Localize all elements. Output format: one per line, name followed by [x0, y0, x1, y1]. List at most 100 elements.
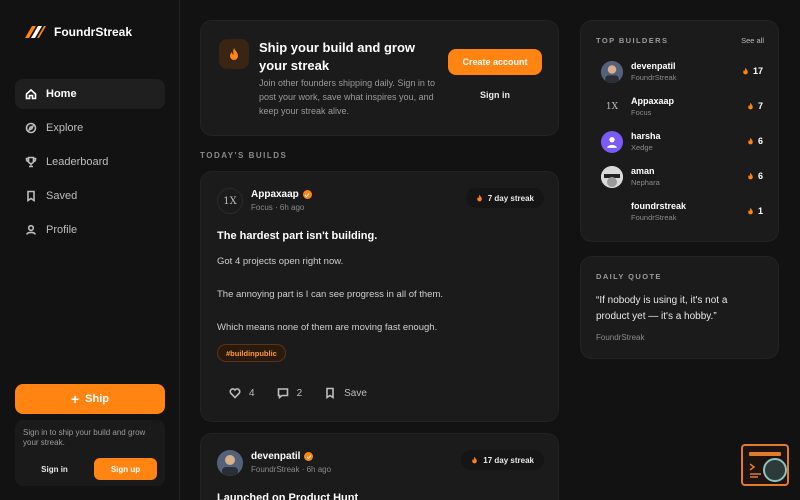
sidebar-signup-button[interactable]: Sign up — [94, 458, 157, 480]
bookmark-icon — [326, 387, 334, 399]
flame-icon — [748, 207, 753, 215]
streak-badge: 7 day streak — [465, 188, 544, 208]
brand[interactable]: FoundrStreak — [24, 24, 132, 40]
quote-text: “If nobody is using it, it's not a produ… — [596, 295, 728, 322]
quote-author: FoundrStreak — [596, 333, 645, 342]
sidebar-item-label: Profile — [46, 224, 78, 236]
post-time: 6h ago — [306, 465, 332, 474]
post-author[interactable]: devenpatil — [251, 451, 314, 462]
create-account-button[interactable]: Create account — [448, 49, 542, 75]
hero-signin-button[interactable]: Sign in — [448, 85, 542, 105]
post-meta: Focus · 6h ago — [251, 203, 305, 212]
post-project: Focus — [251, 203, 273, 212]
builder-streak-count: 7 — [757, 101, 763, 111]
streak-label: 17 day streak — [483, 455, 534, 465]
sidebar-item-label: Home — [46, 88, 77, 100]
builder-project: FoundrStreak — [631, 213, 677, 222]
avatar[interactable] — [217, 450, 243, 476]
builder-name: foundrstreak — [631, 201, 687, 211]
bookmark-icon — [25, 190, 37, 202]
user-icon — [25, 224, 37, 236]
avatar[interactable]: 1X — [217, 188, 243, 214]
widget-bar — [749, 452, 781, 456]
streak-label: 7 day streak — [487, 193, 534, 203]
hero-title: Ship your build and grow your streak — [259, 40, 415, 73]
flame-icon — [472, 456, 478, 464]
streak-badge: 17 day streak — [461, 450, 544, 470]
ship-button-label: Ship — [85, 393, 110, 405]
signin-prompt: Sign in to ship your build and grow your… — [15, 420, 165, 486]
hero-card: Ship your build and grow your streak Joi… — [200, 20, 559, 136]
post-card[interactable]: 1X Appaxaap Focus · 6h ago 7 day streak … — [200, 171, 559, 422]
ship-button[interactable]: + Ship — [15, 384, 165, 414]
builder-name: Appaxaap — [631, 96, 675, 106]
section-label-todays-builds: TODAY'S BUILDS — [200, 151, 288, 160]
builder-streak: 1 — [747, 206, 763, 216]
post-paragraph: The annoying part is I can see progress … — [217, 289, 444, 300]
post-card[interactable]: devenpatil FoundrStreak · 6h ago 17 day … — [200, 433, 559, 500]
builder-streak-count: 6 — [757, 171, 763, 181]
builder-name: harsha — [631, 131, 661, 141]
like-count: 4 — [249, 387, 255, 399]
post-author-name: Appaxaap — [251, 189, 299, 200]
flame-icon — [748, 102, 753, 110]
builder-project: Nephara — [631, 178, 660, 187]
sidebar-item-label: Leaderboard — [46, 156, 109, 168]
builder-row[interactable]: 1X Appaxaap Focus 7 — [601, 96, 763, 122]
sidebar: FoundrStreak Home Explore Leaderboard Sa… — [0, 0, 180, 500]
see-all-link[interactable]: See all — [741, 36, 764, 45]
save-button[interactable]: Save — [324, 387, 367, 399]
avatar: 1X — [601, 96, 623, 118]
builder-streak: 6 — [747, 136, 763, 146]
plus-icon: + — [70, 391, 80, 407]
builder-name: aman — [631, 166, 655, 176]
home-icon — [25, 88, 37, 100]
sidebar-item-explore[interactable]: Explore — [15, 113, 165, 143]
verified-icon — [302, 190, 312, 199]
post-time: 6h ago — [279, 203, 305, 212]
post-actions: 4 2 Save — [229, 387, 367, 399]
save-label: Save — [344, 387, 367, 399]
builder-row[interactable]: aman Nephara 6 — [601, 166, 763, 192]
comment-count: 2 — [296, 387, 303, 399]
builder-row[interactable]: devenpatil FoundrStreak 17 — [601, 61, 763, 87]
sidebar-nav: Home Explore Leaderboard Saved Profile — [15, 79, 165, 249]
top-builders-panel: TOP BUILDERS See all devenpatil FoundrSt… — [580, 20, 779, 242]
builder-project: Xedge — [631, 143, 653, 152]
post-author-name: devenpatil — [251, 451, 301, 462]
flame-icon — [748, 172, 753, 180]
post-paragraph: Got 4 projects open right now. — [217, 256, 344, 267]
tag-buildinpublic[interactable]: #buildinpublic — [217, 344, 286, 362]
post-title: The hardest part isn't building. — [217, 230, 378, 242]
avatar — [601, 131, 623, 153]
builder-streak-count: 17 — [752, 66, 763, 76]
flame-icon — [219, 39, 249, 69]
sidebar-item-leaderboard[interactable]: Leaderboard — [15, 147, 165, 177]
post-author[interactable]: Appaxaap — [251, 189, 312, 200]
flame-icon — [748, 137, 753, 145]
builder-streak-count: 1 — [757, 206, 763, 216]
sidebar-signin-button[interactable]: Sign in — [23, 458, 86, 480]
sidebar-item-label: Explore — [46, 122, 84, 134]
globe-icon — [763, 458, 787, 482]
sidebar-item-saved[interactable]: Saved — [15, 181, 165, 211]
avatar — [601, 166, 623, 188]
panel-title: DAILY QUOTE — [596, 272, 662, 281]
sidebar-item-label: Saved — [46, 190, 78, 202]
like-button[interactable]: 4 — [229, 387, 255, 399]
sidebar-item-profile[interactable]: Profile — [15, 215, 165, 245]
post-body: Got 4 projects open right now. The annoy… — [217, 255, 537, 354]
comment-button[interactable]: 2 — [277, 387, 303, 399]
sidebar-item-home[interactable]: Home — [15, 79, 165, 109]
heart-icon — [229, 388, 241, 399]
builder-row[interactable]: harsha Xedge 6 — [601, 131, 763, 157]
builder-streak: 7 — [747, 101, 763, 111]
builder-streak-count: 6 — [757, 136, 763, 146]
floating-widget-button[interactable] — [741, 444, 789, 486]
daily-quote-panel: DAILY QUOTE “If nobody is using it, it's… — [580, 256, 779, 359]
post-meta: FoundrStreak · 6h ago — [251, 465, 332, 474]
compass-icon — [25, 122, 37, 134]
builder-row[interactable]: foundrstreak FoundrStreak 1 — [601, 201, 763, 227]
post-title: Launched on Product Hunt — [217, 492, 359, 500]
builder-streak: 6 — [747, 171, 763, 181]
